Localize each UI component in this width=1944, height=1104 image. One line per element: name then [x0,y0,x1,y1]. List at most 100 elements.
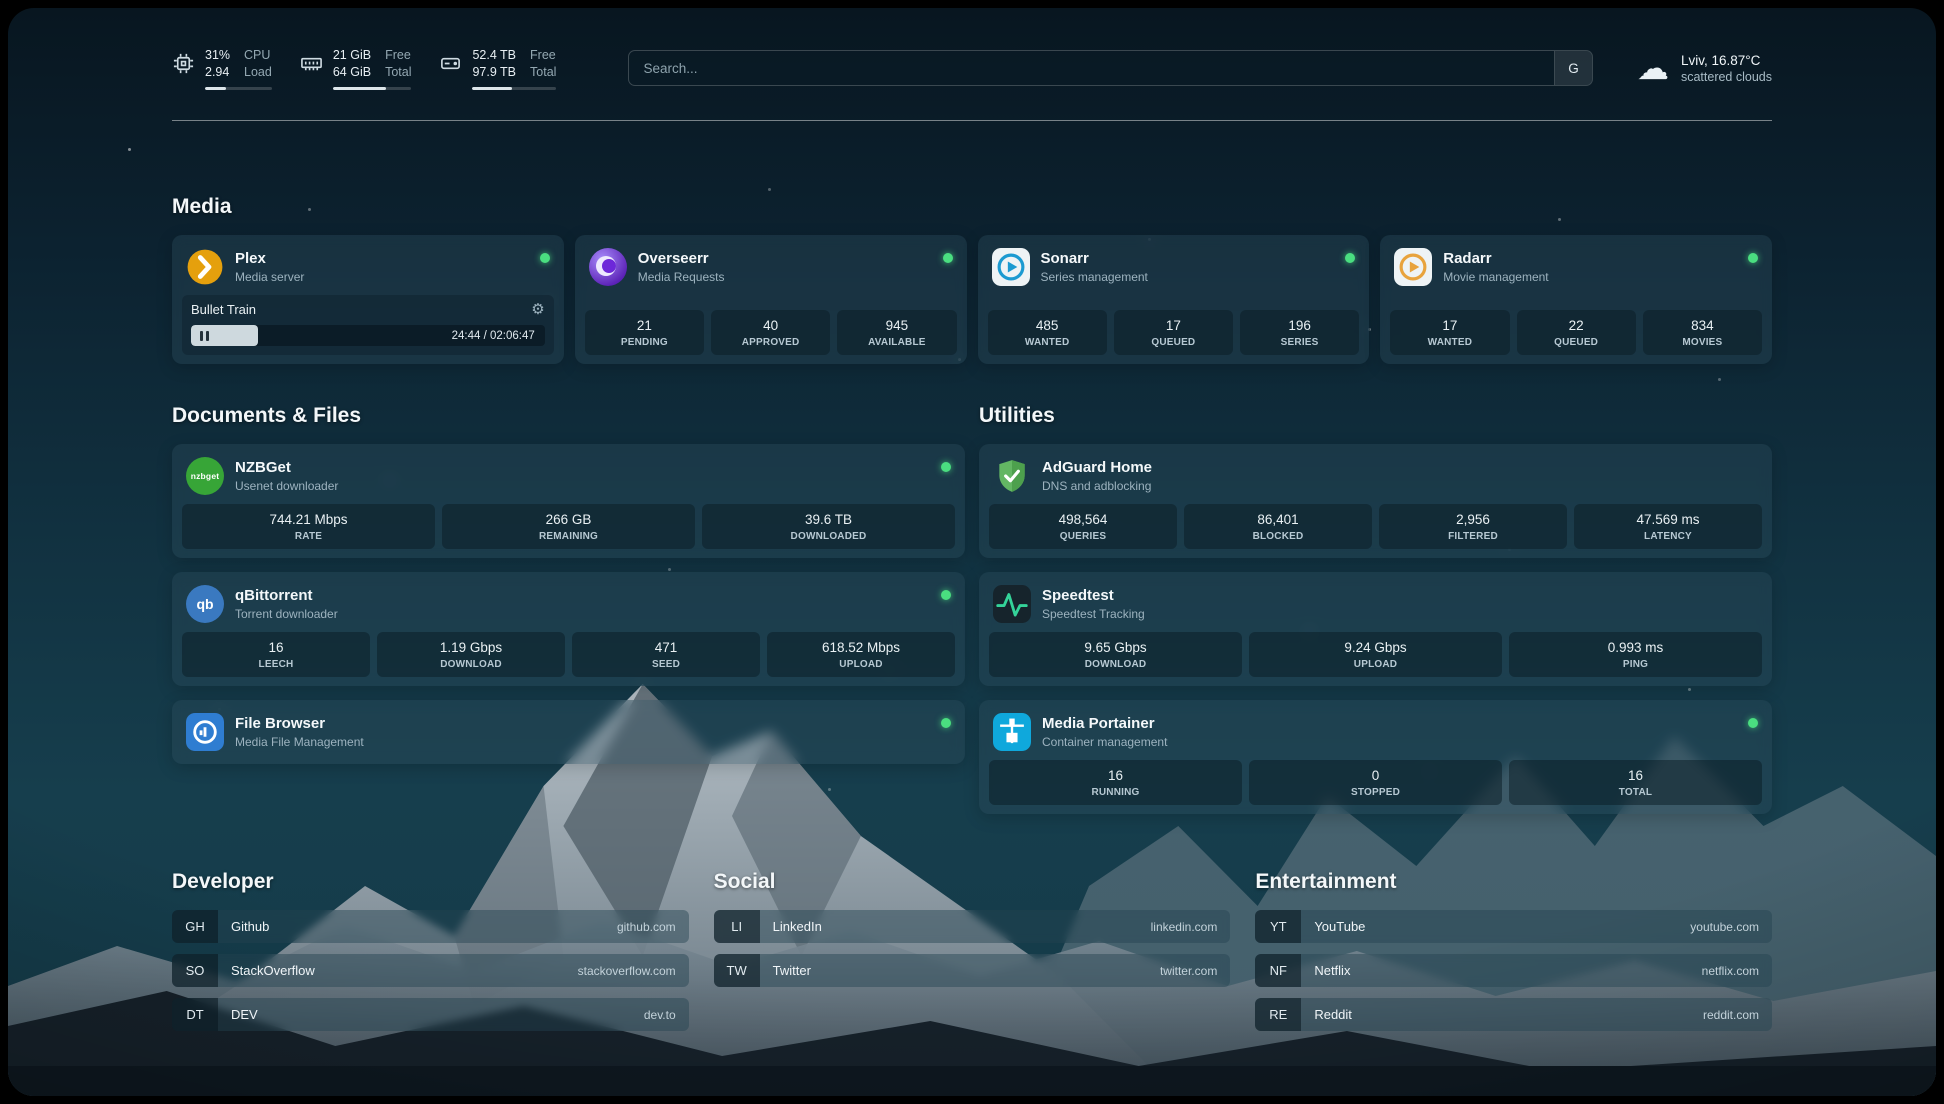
memory-free-value: 21 GiB [333,47,371,65]
now-playing-title: Bullet Train [191,302,256,317]
service-card-adguard[interactable]: AdGuard Home DNS and adblocking 498,564 … [979,444,1772,558]
bookmark-twitter[interactable]: TW Twitter twitter.com [714,954,1231,987]
stat-label: WANTED [1394,337,1505,348]
bookmark-url: stackoverflow.com [578,964,689,978]
sonarr-card-header: Sonarr Series management [988,244,1360,295]
bookmark-abbr: RE [1255,998,1301,1031]
speedtest-stats: 9.65 Gbps DOWNLOAD 9.24 Gbps UPLOAD 0.99… [989,632,1762,677]
bookmark-url: netflix.com [1702,964,1772,978]
stat-block: 471 SEED [572,632,760,677]
bookmark-url: dev.to [644,1008,689,1022]
stat-value: 39.6 TB [706,512,951,527]
qbittorrent-subtitle: Torrent downloader [235,607,930,621]
bookmark-abbr: SO [172,954,218,987]
bookmark-url: youtube.com [1690,920,1772,934]
service-card-qbittorrent[interactable]: qb qBittorrent Torrent downloader 16 LEE… [172,572,965,686]
stat-value: 834 [1647,318,1758,333]
stat-block: 1.19 Gbps DOWNLOAD [377,632,565,677]
search-provider-button[interactable]: G [1554,51,1592,85]
portainer-card-header: Media Portainer Container management [989,709,1762,760]
stat-block: 744.21 Mbps RATE [182,504,435,549]
cloud-icon: ☁ [1637,52,1669,84]
stat-value: 196 [1244,318,1355,333]
stat-block: 196 SERIES [1240,310,1359,355]
stat-value: 744.21 Mbps [186,512,431,527]
filebrowser-card-header: File Browser Media File Management [182,709,955,755]
sonarr-subtitle: Series management [1041,270,1335,284]
overseerr-name: Overseerr [638,250,932,267]
page-content: 31% 2.94 CPU Load [8,42,1936,1042]
radarr-stats: 17 WANTED 22 QUEUED 834 MOVIES [1390,310,1762,355]
stat-label: UPLOAD [1253,659,1498,670]
bookmark-netflix[interactable]: NF Netflix netflix.com [1255,954,1772,987]
bookmark-abbr: NF [1255,954,1301,987]
radarr-name: Radarr [1443,250,1737,267]
search-input[interactable] [629,51,1554,85]
stat-block: 485 WANTED [988,310,1107,355]
service-card-overseerr[interactable]: Overseerr Media Requests 21 PENDING 40 A… [575,235,967,364]
service-card-plex[interactable]: Plex Media server Bullet Train ⚙ 24:44 /… [172,235,564,364]
stat-block: 47.569 ms LATENCY [1574,504,1762,549]
sonarr-icon [992,248,1030,286]
bookmark-linkedin[interactable]: LI LinkedIn linkedin.com [714,910,1231,943]
filebrowser-icon [186,713,224,751]
stat-block: 945 AVAILABLE [837,310,956,355]
stat-value: 47.569 ms [1578,512,1758,527]
plex-icon [186,248,224,286]
nzbget-stats: 744.21 Mbps RATE 266 GB REMAINING 39.6 T… [182,504,955,549]
weather-condition: scattered clouds [1681,70,1772,84]
stat-block: 498,564 QUERIES [989,504,1177,549]
service-card-sonarr[interactable]: Sonarr Series management 485 WANTED 17 Q… [978,235,1370,364]
nzbget-subtitle: Usenet downloader [235,479,930,493]
filebrowser-status-dot [941,718,951,728]
gear-icon[interactable]: ⚙ [531,302,544,317]
service-card-speedtest[interactable]: Speedtest Speedtest Tracking 9.65 Gbps D… [979,572,1772,686]
stat-value: 86,401 [1188,512,1368,527]
stat-label: LEECH [186,659,366,670]
stat-block: 22 QUEUED [1517,310,1636,355]
stat-value: 21 [589,318,700,333]
portainer-icon [993,713,1031,751]
dashboard-screen: 31% 2.94 CPU Load [8,8,1936,1096]
stat-block: 16 LEECH [182,632,370,677]
playback-progress-bar[interactable]: 24:44 / 02:06:47 [191,325,545,346]
nzbget-card-header: nzbget NZBGet Usenet downloader [182,453,955,504]
weather-location: Lviv, 16.87°C [1681,53,1772,68]
stat-value: 498,564 [993,512,1173,527]
stat-label: LATENCY [1578,531,1758,542]
stat-label: WANTED [992,337,1103,348]
sonarr-stats: 485 WANTED 17 QUEUED 196 SERIES [988,310,1360,355]
stat-block: 21 PENDING [585,310,704,355]
bookmark-reddit[interactable]: RE Reddit reddit.com [1255,998,1772,1031]
bookmark-dev[interactable]: DT DEV dev.to [172,998,689,1031]
cpu-icon [172,52,195,75]
stat-value: 22 [1521,318,1632,333]
disk-total-value: 97.9 TB [472,64,516,82]
bookmarks-entertainment: Entertainment YT YouTube youtube.com NF … [1255,870,1772,1042]
overseerr-subtitle: Media Requests [638,270,932,284]
stat-block: 16 TOTAL [1509,760,1762,805]
bookmark-stackoverflow[interactable]: SO StackOverflow stackoverflow.com [172,954,689,987]
overseerr-status-dot [943,253,953,263]
section-title-documents: Documents & Files [172,404,965,428]
stat-label: TOTAL [1513,787,1758,798]
bookmark-github[interactable]: GH Github github.com [172,910,689,943]
service-card-nzbget[interactable]: nzbget NZBGet Usenet downloader 744.21 M… [172,444,965,558]
weather-widget: ☁ Lviv, 16.87°C scattered clouds [1637,52,1772,84]
stat-value: 9.65 Gbps [993,640,1238,655]
bookmark-url: github.com [617,920,689,934]
portainer-stats: 16 RUNNING 0 STOPPED 16 TOTAL [989,760,1762,805]
documents-column: Documents & Files nzbget NZBGet Usenet d… [172,404,965,764]
plex-card-header: Plex Media server [182,244,554,295]
pause-icon[interactable] [200,331,209,341]
bookmark-youtube[interactable]: YT YouTube youtube.com [1255,910,1772,943]
service-card-radarr[interactable]: Radarr Movie management 17 WANTED 22 QUE… [1380,235,1772,364]
nzbget-status-dot [941,462,951,472]
service-card-filebrowser[interactable]: File Browser Media File Management [172,700,965,764]
stat-label: APPROVED [715,337,826,348]
stat-label: REMAINING [446,531,691,542]
stat-value: 16 [1513,768,1758,783]
plex-now-playing: Bullet Train ⚙ 24:44 / 02:06:47 [182,295,554,355]
bookmarks-area: Developer GH Github github.com SO StackO… [172,870,1772,1042]
service-card-portainer[interactable]: Media Portainer Container management 16 … [979,700,1772,814]
